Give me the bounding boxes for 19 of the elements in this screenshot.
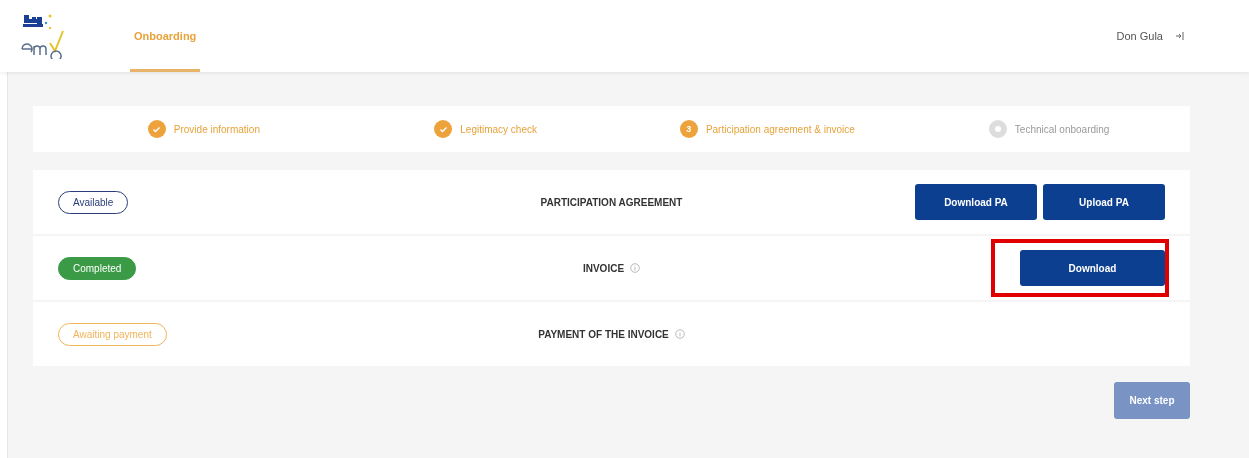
row-title: PAYMENT OF THE INVOICE — [538, 328, 669, 340]
step-label: Technical onboarding — [1014, 123, 1110, 135]
emvo-logo — [20, 13, 66, 59]
step-number: 3 — [679, 120, 698, 138]
status-badge: Available — [58, 190, 129, 214]
step-label: Participation agreement & invoice — [705, 123, 855, 135]
step-label: Provide information — [173, 123, 260, 135]
row-title: PARTICIPATION AGREEMENT — [540, 196, 683, 208]
status-badge: Completed — [58, 256, 137, 280]
step-label: Legitimacy check — [460, 123, 537, 135]
action-button[interactable]: Download PA — [915, 184, 1037, 220]
logout-icon[interactable] — [1175, 31, 1185, 41]
status-badge: Awaiting payment — [58, 322, 167, 346]
row-title: INVOICE — [582, 262, 625, 274]
action-button[interactable]: Download — [1020, 250, 1165, 286]
info-icon[interactable] — [674, 329, 685, 339]
user-name[interactable]: Don Gula — [1116, 30, 1163, 42]
action-button[interactable]: Upload PA — [1043, 184, 1165, 220]
info-icon[interactable] — [630, 263, 641, 273]
